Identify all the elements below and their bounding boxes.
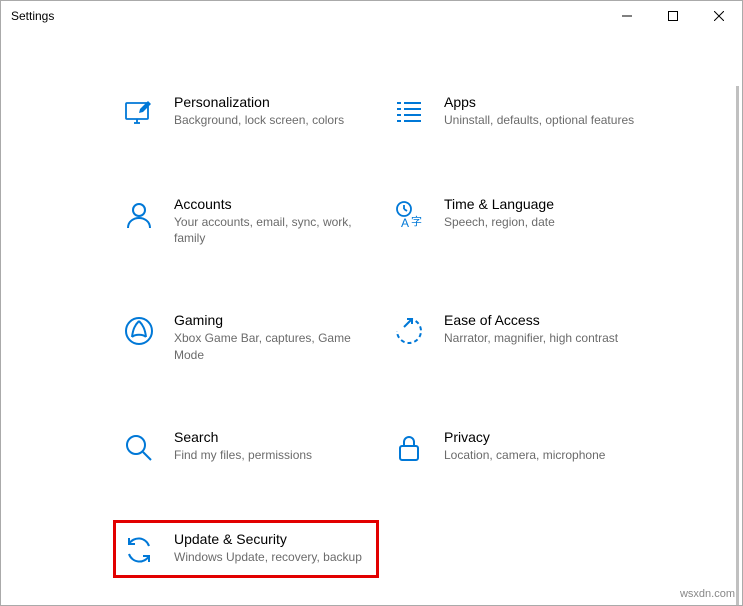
time-language-icon: A 字	[392, 198, 426, 232]
category-title: Update & Security	[174, 531, 370, 547]
watermark: wsxdn.com	[680, 588, 735, 600]
content-area: Personalization Background, lock screen,…	[1, 31, 742, 605]
category-title: Gaming	[174, 312, 370, 328]
minimize-button[interactable]	[604, 1, 650, 31]
category-update-security[interactable]: Update & Security Windows Update, recove…	[113, 520, 379, 578]
category-desc: Background, lock screen, colors	[174, 112, 370, 128]
svg-text:A: A	[401, 216, 409, 230]
search-icon	[122, 431, 156, 465]
close-button[interactable]	[696, 1, 742, 31]
category-privacy[interactable]: Privacy Location, camera, microphone	[386, 421, 646, 473]
scrollbar[interactable]	[736, 86, 739, 605]
category-grid: Personalization Background, lock screen,…	[116, 86, 702, 575]
privacy-icon	[392, 431, 426, 465]
settings-window: Settings Personali	[0, 0, 743, 606]
category-title: Ease of Access	[444, 312, 640, 328]
category-title: Personalization	[174, 94, 370, 110]
category-title: Accounts	[174, 196, 370, 212]
category-title: Apps	[444, 94, 640, 110]
category-desc: Location, camera, microphone	[444, 447, 640, 463]
window-title: Settings	[11, 9, 604, 23]
gaming-icon	[122, 314, 156, 348]
category-title: Time & Language	[444, 196, 640, 212]
maximize-button[interactable]	[650, 1, 696, 31]
titlebar: Settings	[1, 1, 742, 31]
svg-text:字: 字	[411, 214, 422, 228]
category-apps[interactable]: Apps Uninstall, defaults, optional featu…	[386, 86, 646, 138]
category-desc: Windows Update, recovery, backup	[174, 549, 370, 565]
category-time-language[interactable]: A 字 Time & Language Speech, region, date	[386, 188, 646, 254]
apps-icon	[392, 96, 426, 130]
category-desc: Find my files, permissions	[174, 447, 370, 463]
category-search[interactable]: Search Find my files, permissions	[116, 421, 376, 473]
category-ease-of-access[interactable]: Ease of Access Narrator, magnifier, high…	[386, 304, 646, 370]
update-security-icon	[122, 533, 156, 567]
category-desc: Xbox Game Bar, captures, Game Mode	[174, 330, 370, 362]
accounts-icon	[122, 198, 156, 232]
category-gaming[interactable]: Gaming Xbox Game Bar, captures, Game Mod…	[116, 304, 376, 370]
personalization-icon	[122, 96, 156, 130]
category-title: Privacy	[444, 429, 640, 445]
category-accounts[interactable]: Accounts Your accounts, email, sync, wor…	[116, 188, 376, 254]
category-desc: Uninstall, defaults, optional features	[444, 112, 640, 128]
category-desc: Speech, region, date	[444, 214, 640, 230]
category-desc: Narrator, magnifier, high contrast	[444, 330, 640, 346]
category-title: Search	[174, 429, 370, 445]
category-personalization[interactable]: Personalization Background, lock screen,…	[116, 86, 376, 138]
ease-of-access-icon	[392, 314, 426, 348]
category-desc: Your accounts, email, sync, work, family	[174, 214, 370, 246]
